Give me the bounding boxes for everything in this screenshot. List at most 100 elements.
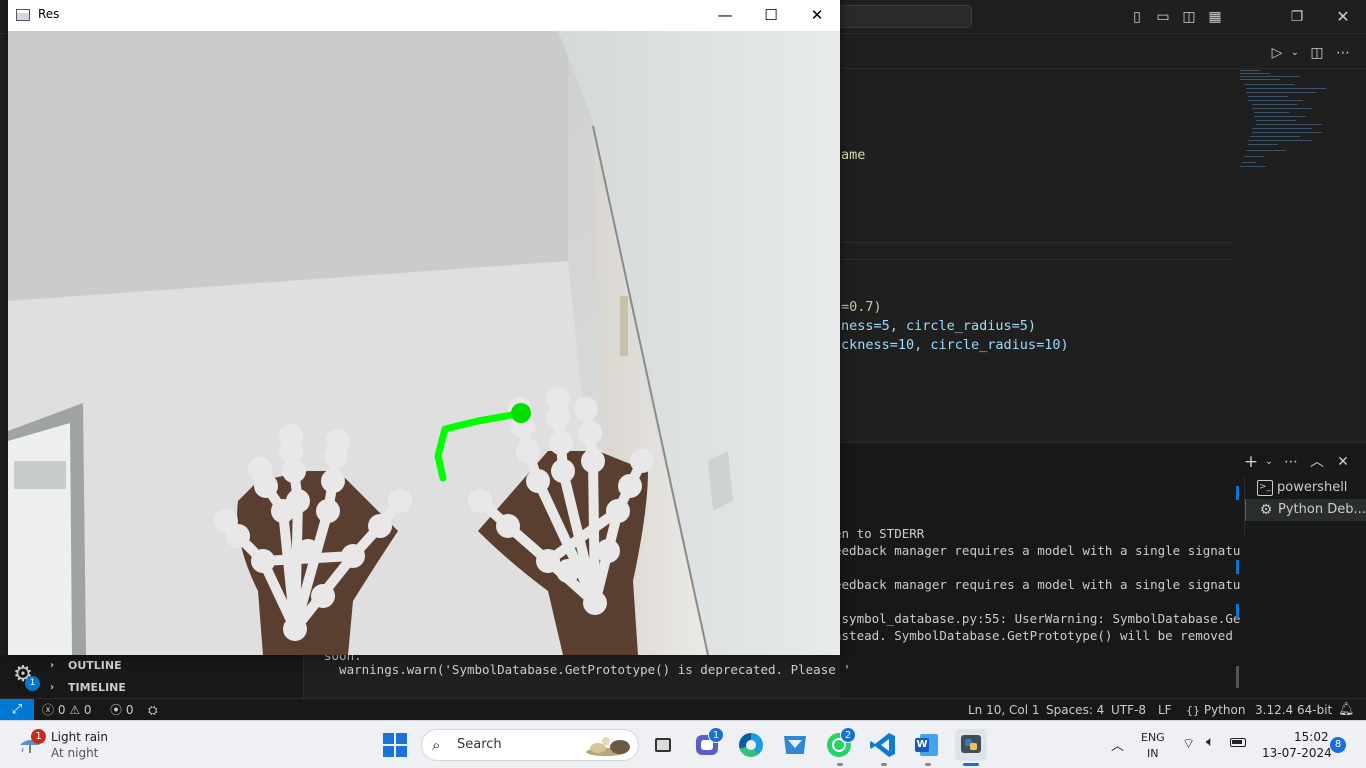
sidebar-section-timeline[interactable]: › TIMELINE bbox=[50, 678, 126, 698]
restore-window-icon[interactable]: ❐ bbox=[1288, 8, 1306, 26]
chevron-right-icon: › bbox=[50, 682, 55, 693]
terminal-dropdown-icon[interactable]: ⌄ bbox=[1260, 453, 1278, 471]
language-mode[interactable]: {} Python bbox=[1186, 699, 1245, 722]
volume-icon[interactable]: 🔈︎ bbox=[1206, 734, 1214, 750]
terminal-line: \symbol_database.py:55: UserWarning: Sym… bbox=[834, 611, 1241, 626]
remote-indicator-icon[interactable]: ⤢ bbox=[0, 699, 34, 721]
new-terminal-icon[interactable]: + bbox=[1242, 453, 1260, 471]
broadcast-icon: ⦿ bbox=[110, 703, 123, 717]
warning-icon: ⚠ bbox=[69, 703, 81, 717]
terminal-line: eedback manager requires a model with a … bbox=[834, 577, 1241, 592]
toggle-secondary-sidebar-icon[interactable]: ◫ bbox=[1180, 8, 1198, 26]
search-icon: ⌕ bbox=[432, 736, 441, 754]
search-box[interactable]: ⌕ Search bbox=[421, 729, 639, 761]
camera-frame-image bbox=[8, 31, 840, 655]
terminal-tab-powershell[interactable]: >_ powershell bbox=[1245, 477, 1366, 499]
python-app-icon[interactable] bbox=[955, 729, 987, 761]
terminal-line: eedback manager requires a model with a … bbox=[834, 543, 1241, 558]
teams-app-icon[interactable]: 1 bbox=[691, 727, 724, 761]
weather-badge: 1 bbox=[31, 729, 46, 744]
divider bbox=[840, 259, 1232, 260]
maximize-button[interactable]: ☐ bbox=[748, 0, 794, 31]
region-code: IN bbox=[1147, 747, 1159, 760]
wifi-icon[interactable]: ⌔ bbox=[1182, 735, 1195, 753]
notification-count-badge[interactable]: 8 bbox=[1330, 737, 1346, 753]
customize-layout-icon[interactable]: ▦ bbox=[1206, 8, 1224, 26]
gear-badge: 1 bbox=[25, 676, 40, 691]
status-bar: ⤢ ⓧ 0 ⚠ 0 ⦿ 0 ⛭ Ln 10, Col 1 Spaces: 4 U… bbox=[0, 698, 1366, 722]
maximize-panel-icon[interactable]: ︿ bbox=[1308, 453, 1326, 471]
taskbar: 1 Light rain At night ⌕ Search 1 2 W ︿ E… bbox=[0, 720, 1366, 768]
start-button[interactable] bbox=[383, 733, 407, 757]
indentation[interactable]: Spaces: 4 bbox=[1046, 699, 1104, 721]
store-app-icon[interactable] bbox=[779, 729, 811, 761]
terminal-scrollbar[interactable] bbox=[1236, 476, 1240, 688]
running-indicator bbox=[925, 763, 931, 766]
running-indicator bbox=[837, 763, 843, 766]
toggle-panel-icon[interactable]: ▭ bbox=[1154, 8, 1172, 26]
search-highlight-icon bbox=[586, 737, 630, 756]
problems-status[interactable]: ⓧ 0 ⚠ 0 bbox=[42, 699, 92, 721]
code-fragment: ame bbox=[841, 147, 866, 163]
debug-launch-icon[interactable]: ⛭ bbox=[148, 699, 158, 721]
language-label: Python bbox=[1203, 703, 1246, 717]
warning-count: 0 bbox=[83, 703, 92, 717]
show-hidden-icons-chevron-icon[interactable]: ︿ bbox=[1111, 735, 1124, 754]
search-label: Search bbox=[457, 737, 502, 752]
res-titlebar[interactable]: Res — ☐ ✕ bbox=[8, 0, 840, 31]
more-actions-icon[interactable]: ⋯ bbox=[1282, 453, 1300, 471]
close-window-icon[interactable]: ✕ bbox=[1334, 8, 1352, 26]
language-code: ENG bbox=[1141, 731, 1165, 744]
divider bbox=[840, 242, 1232, 243]
edge-app-icon[interactable] bbox=[735, 729, 767, 761]
fingertip-pointer bbox=[511, 403, 531, 423]
code-fragment: ckness=10, circle_radius=10) bbox=[841, 337, 1069, 353]
minimap[interactable] bbox=[1238, 68, 1338, 178]
more-actions-icon[interactable]: ⋯ bbox=[1334, 44, 1352, 62]
camera-feed bbox=[8, 31, 840, 655]
code-fragment: =0.7) bbox=[841, 299, 882, 315]
terminal-line: en to STDERR bbox=[834, 526, 925, 541]
whatsapp-app-icon[interactable]: 2 bbox=[823, 727, 856, 761]
clock-date: 13-07-2024 bbox=[1262, 746, 1332, 760]
close-panel-icon[interactable]: ✕ bbox=[1334, 453, 1352, 471]
ports-count: 0 bbox=[125, 703, 134, 717]
error-icon: ⓧ bbox=[42, 703, 55, 717]
vscode-app-icon[interactable] bbox=[867, 729, 899, 761]
weather-title: Light rain bbox=[51, 730, 108, 744]
active-indicator bbox=[963, 763, 979, 766]
battery-icon[interactable] bbox=[1230, 738, 1246, 747]
terminal-icon: >_ bbox=[1257, 480, 1273, 496]
run-dropdown-icon[interactable]: ⌄ bbox=[1286, 44, 1304, 62]
section-label: TIMELINE bbox=[68, 681, 126, 694]
notifications-bell-icon[interactable]: 🔔︎ bbox=[1338, 699, 1355, 721]
minimize-button[interactable]: — bbox=[702, 0, 748, 31]
clock-time: 15:02 bbox=[1294, 730, 1329, 744]
terminal-list: >_ powershell ⚙ Python Deb... bbox=[1244, 476, 1366, 536]
toggle-sidebar-icon[interactable]: ▯ bbox=[1128, 8, 1146, 26]
window-title: Res bbox=[38, 7, 60, 21]
python-interpreter[interactable]: 3.12.4 64-bit bbox=[1255, 699, 1332, 721]
terminal-tab-label: powershell bbox=[1277, 480, 1348, 495]
encoding[interactable]: UTF-8 bbox=[1111, 699, 1146, 721]
close-button[interactable]: ✕ bbox=[794, 0, 840, 31]
file-explorer-app-icon[interactable] bbox=[647, 729, 679, 761]
braces-icon: {} bbox=[1186, 704, 1200, 717]
debug-gear-icon: ⚙ bbox=[1259, 502, 1273, 518]
section-label: OUTLINE bbox=[68, 659, 122, 672]
error-count: 0 bbox=[57, 703, 66, 717]
res-window: Res — ☐ ✕ bbox=[8, 0, 840, 655]
word-app-icon[interactable]: W bbox=[911, 729, 943, 761]
cursor-position[interactable]: Ln 10, Col 1 bbox=[968, 699, 1040, 721]
terminal-tab-python-debug[interactable]: ⚙ Python Deb... bbox=[1245, 499, 1366, 521]
sidebar-section-outline[interactable]: › OUTLINE bbox=[50, 656, 122, 676]
weather-subtitle: At night bbox=[51, 746, 99, 760]
end-of-line[interactable]: LF bbox=[1158, 699, 1172, 721]
split-editor-icon[interactable]: ◫ bbox=[1308, 44, 1326, 62]
window-app-icon bbox=[16, 9, 30, 21]
command-center[interactable] bbox=[838, 5, 972, 28]
ports-status[interactable]: ⦿ 0 bbox=[110, 699, 133, 721]
code-fragment: ness=5, circle_radius=5) bbox=[841, 318, 1037, 334]
chevron-right-icon: › bbox=[50, 660, 55, 671]
run-python-file-icon[interactable]: ▷ bbox=[1268, 44, 1286, 62]
